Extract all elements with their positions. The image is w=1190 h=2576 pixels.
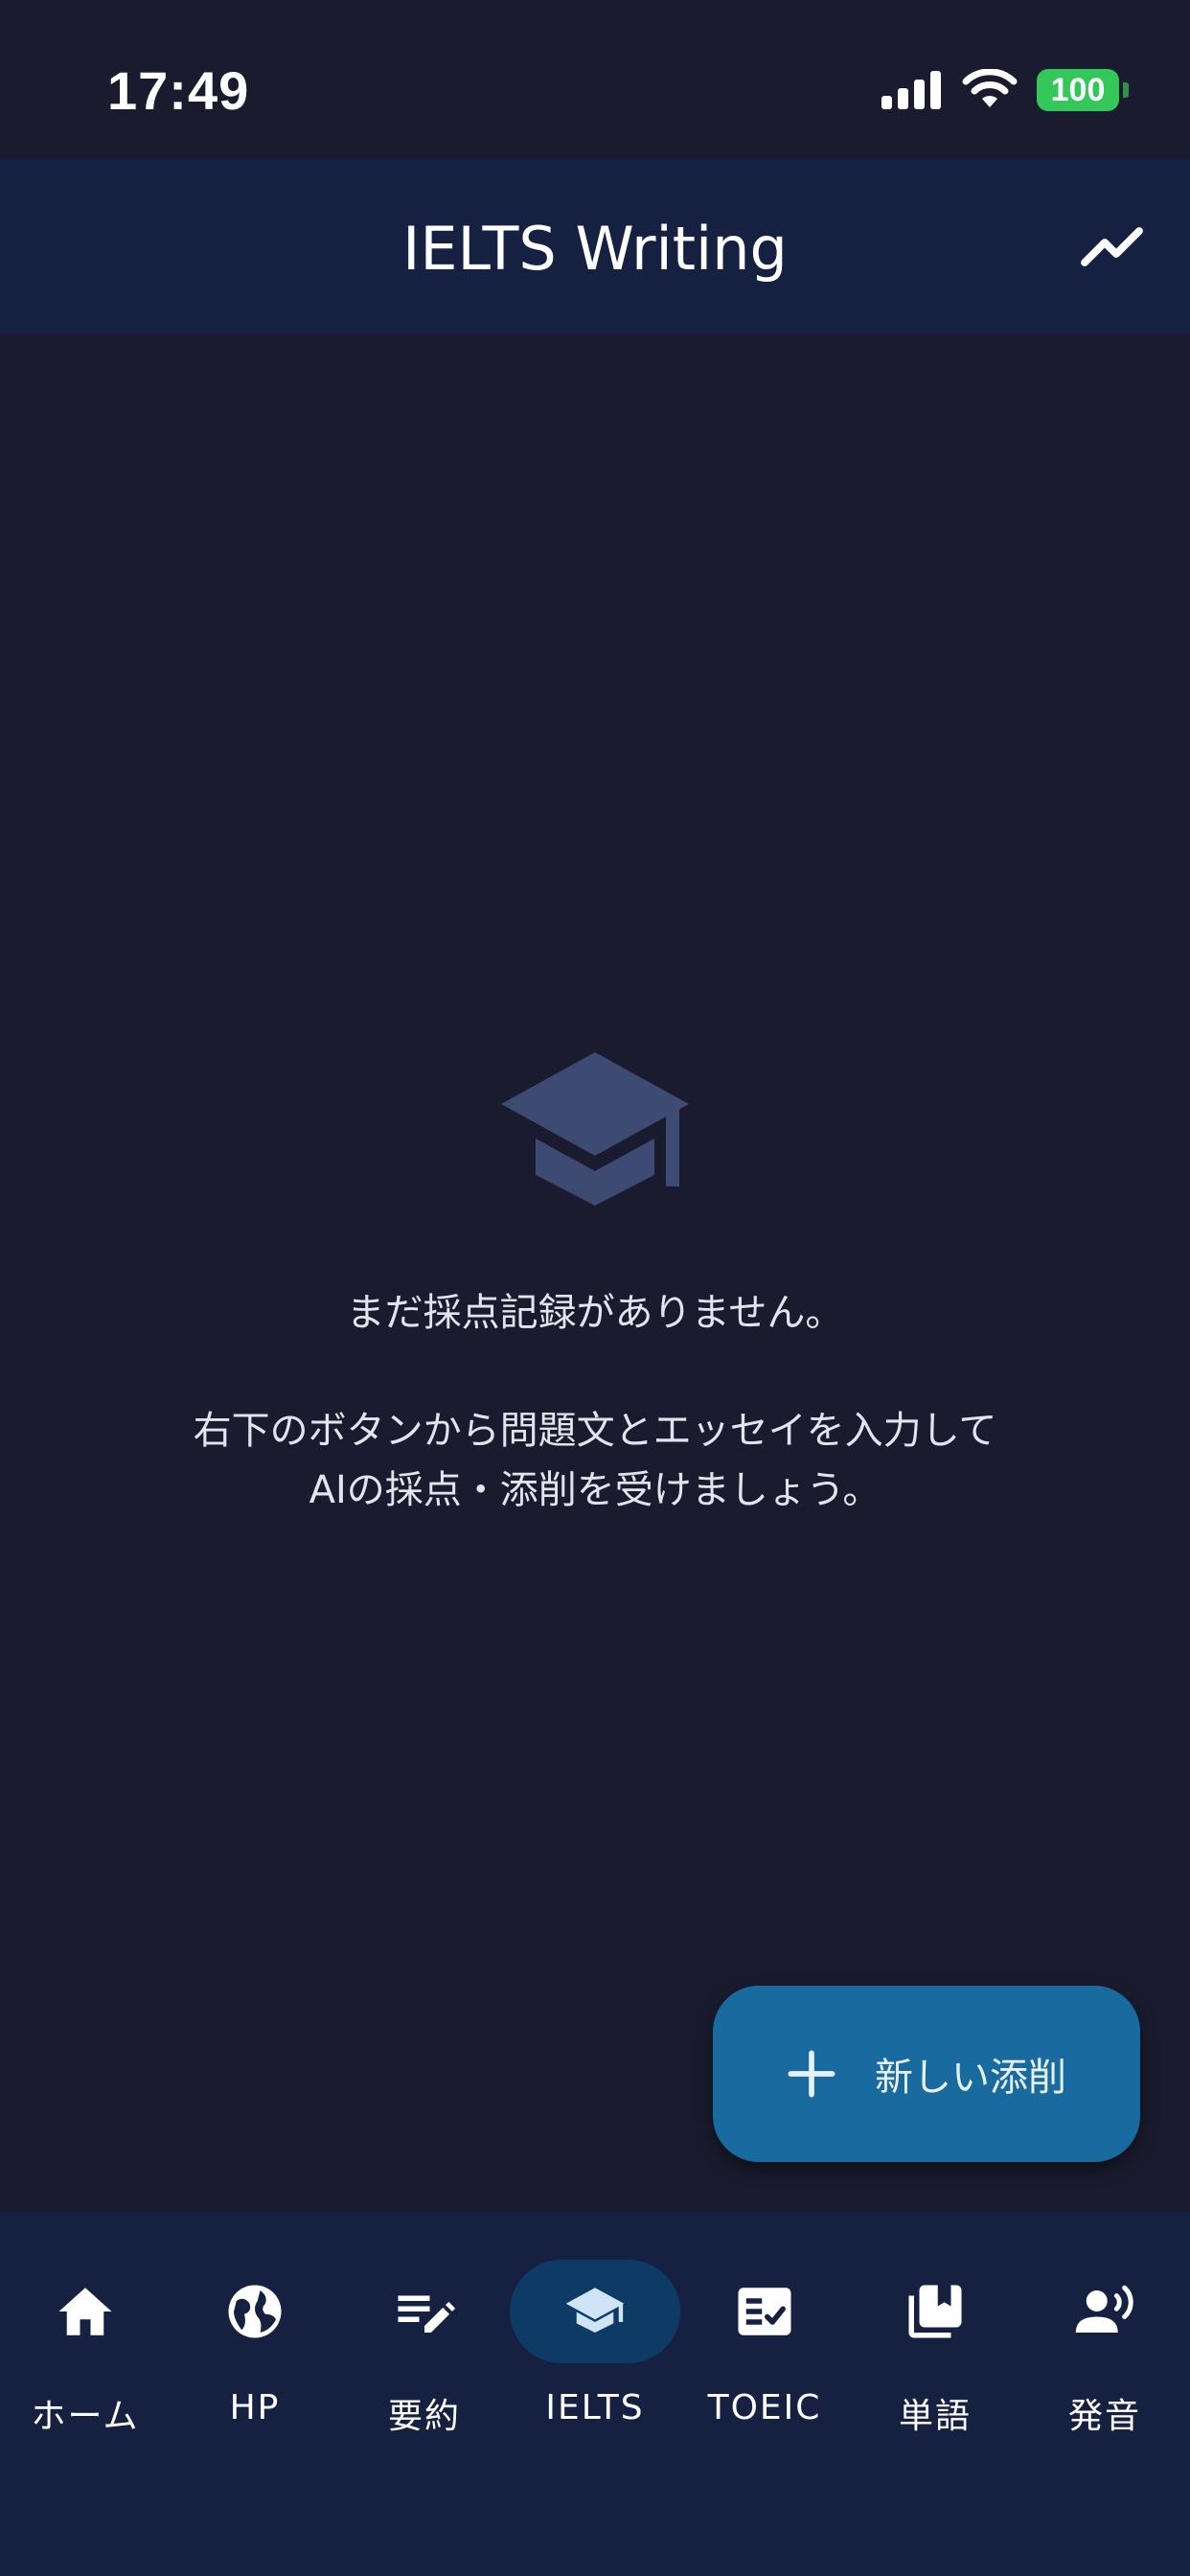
screen: 17:49 100 IELTS Writing まだ採点記録がありません。 右下… <box>0 0 1190 2576</box>
status-time: 17:49 <box>107 60 250 121</box>
cellular-signal-icon <box>881 71 941 109</box>
battery-indicator: 100 <box>1037 69 1119 111</box>
nav-icon-container <box>850 2260 1020 2363</box>
empty-state: まだ採点記録がありません。 右下のボタンから問題文とエッセイを入力して AIの採… <box>0 1045 1190 1520</box>
nav-icon-container <box>170 2260 340 2363</box>
page-title: IELTS Writing <box>402 214 788 284</box>
globe-icon <box>228 2285 282 2338</box>
nav-item-ielts[interactable]: IELTS <box>510 2260 680 2427</box>
status-bar: 17:49 100 <box>0 0 1190 158</box>
nav-label-home: ホーム <box>31 2397 140 2436</box>
nav-icon-container <box>1019 2260 1190 2363</box>
graduation-cap-icon <box>565 2288 625 2333</box>
empty-message: まだ採点記録がありません。 <box>346 1291 844 1335</box>
nav-item-summary[interactable]: 要約 <box>339 2260 510 2438</box>
nav-item-home[interactable]: ホーム <box>0 2260 171 2438</box>
record-voice-icon <box>1075 2285 1133 2333</box>
statistics-button[interactable] <box>1079 214 1148 283</box>
status-indicators: 100 <box>881 69 1129 111</box>
nav-icon-container <box>339 2260 510 2363</box>
nav-label-vocabulary: 単語 <box>898 2397 972 2436</box>
nav-item-hp[interactable]: HP <box>170 2260 340 2427</box>
battery-level: 100 <box>1050 71 1106 108</box>
nav-item-toeic[interactable]: TOEIC <box>679 2260 850 2427</box>
bottom-navigation: ホーム HP 要約 IELTS TOEIC 単語 発音 <box>0 2212 1190 2576</box>
trending-up-icon <box>1081 227 1143 266</box>
nav-icon-container-active <box>510 2260 680 2363</box>
checklist-icon <box>738 2288 791 2335</box>
library-books-icon <box>908 2285 962 2338</box>
nav-item-vocabulary[interactable]: 単語 <box>850 2260 1020 2438</box>
new-correction-label: 新しい添削 <box>875 2056 1066 2100</box>
plus-icon <box>788 2050 835 2098</box>
app-header: IELTS Writing <box>0 158 1190 334</box>
nav-label-pronunciation: 発音 <box>1067 2397 1141 2436</box>
nav-label-toeic: TOEIC <box>707 2388 822 2427</box>
nav-icon-container <box>679 2260 850 2363</box>
wifi-icon <box>962 69 1018 107</box>
nav-label-hp: HP <box>229 2388 281 2427</box>
edit-note-icon <box>398 2295 456 2333</box>
new-correction-button[interactable]: 新しい添削 <box>713 1986 1140 2162</box>
nav-label-ielts: IELTS <box>545 2388 645 2427</box>
battery-cap <box>1123 82 1129 98</box>
nav-item-pronunciation[interactable]: 発音 <box>1019 2260 1190 2438</box>
home-icon <box>58 2288 112 2335</box>
nav-label-summary: 要約 <box>387 2397 461 2436</box>
empty-hint-line2: AIの採点・添削を受けましょう。 <box>309 1468 881 1512</box>
empty-hint-line1: 右下のボタンから問題文とエッセイを入力して <box>193 1409 997 1453</box>
graduation-cap-icon <box>501 1052 689 1206</box>
nav-icon-container <box>0 2260 171 2363</box>
